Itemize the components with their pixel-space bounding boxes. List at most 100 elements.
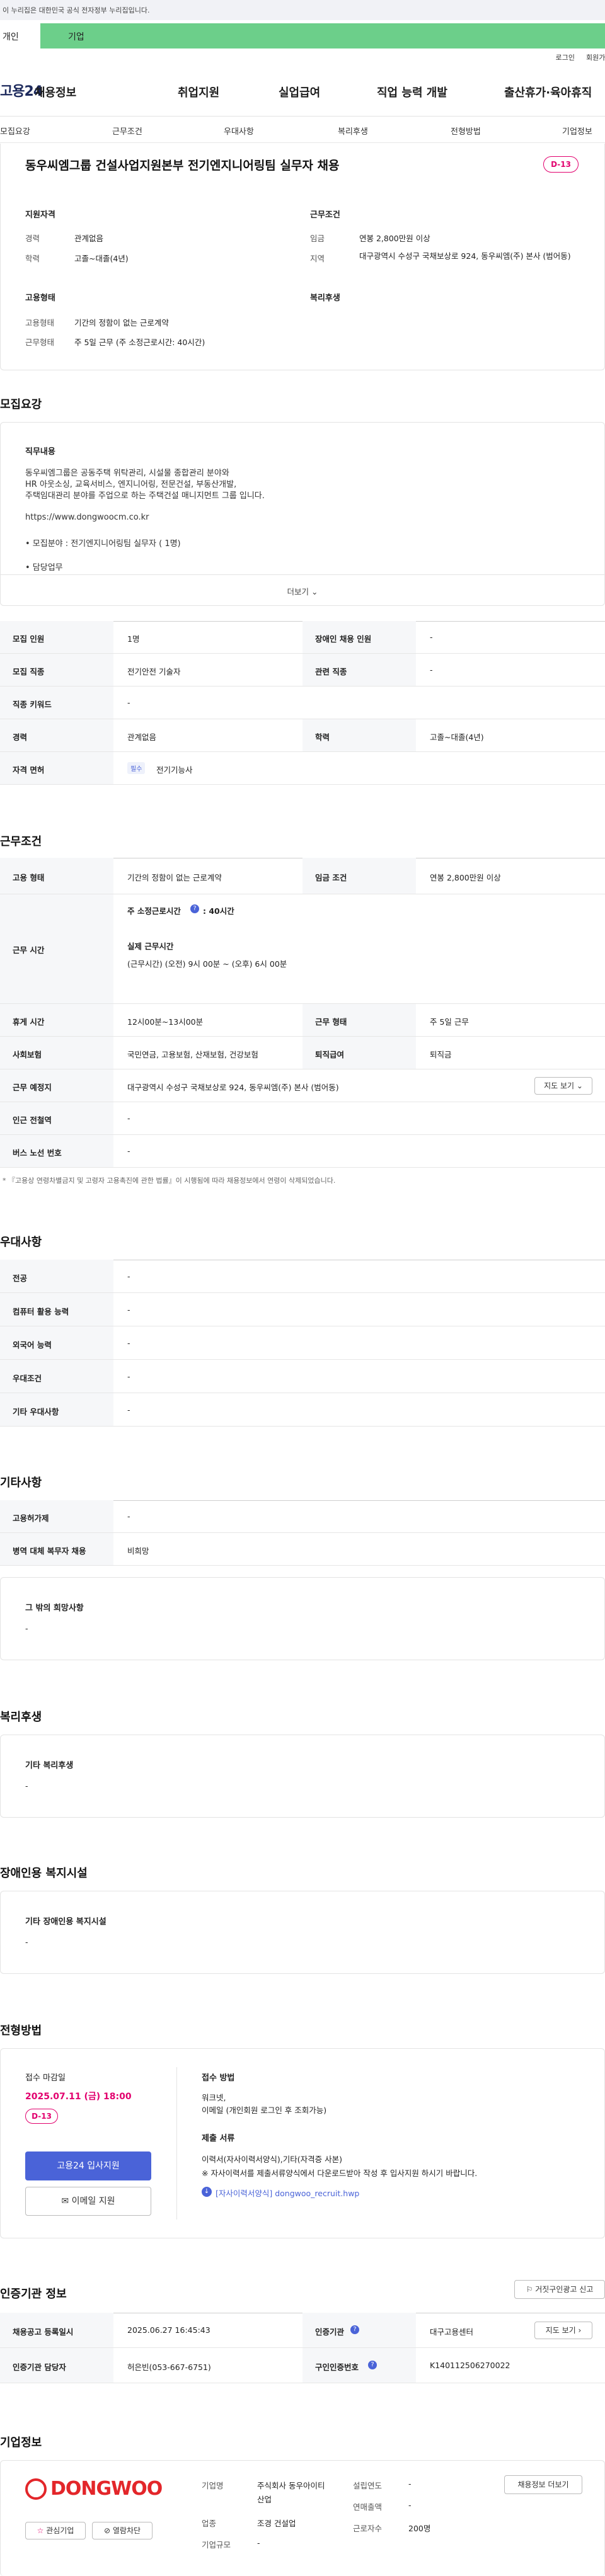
email-apply-button[interactable]: ✉ 이메일 지원 [25,2187,151,2216]
cert-map-button[interactable]: 지도 보기 › [534,2322,592,2339]
table-row: 모집 인원 1명 장애인 채용 인원 - [0,621,605,654]
cond-value-wage: 연봉 2,800만원 이상 [359,234,430,243]
etc-section-title: 기타사항 [0,1476,42,1490]
table-row: 병역 대체 복무자 채용 비희망 [0,1533,605,1566]
report-label: 거짓구인광고 신고 [535,2285,594,2294]
company-field-value: 200명 [408,2524,431,2533]
company-field-label: 기업규모 [202,2540,231,2550]
duty-line: • 담당업무 [25,563,63,573]
duty-heading: 직무내용 [25,447,55,457]
row-value: 12시00분~13시00분 [127,1017,204,1027]
emp-value-form: 주 5일 근무 (주 소정근로시간: 40시간) [74,338,205,347]
disability-section-title: 장애인용 복지시설 [0,1867,88,1880]
report-button[interactable]: ⚐ 거짓구인광고 신고 [514,2280,605,2299]
row-label: 직종 키워드 [13,700,52,709]
tab-selection[interactable]: 전형방법 [451,125,481,137]
disability-card [0,1891,605,1974]
company-field-label: 설립연도 [353,2481,383,2490]
gov-banner: 이 누리집은 대한민국 공식 전자정부 누리집입니다. [0,0,605,20]
row-label: 학력 [315,732,330,742]
table-row: 버스 노선 번호 - [0,1135,605,1168]
block-company-button[interactable]: ⊘ 열람차단 [92,2522,153,2539]
dongwoo-emblem-icon [25,2478,47,2500]
work-hours-label: 주 소정근로시간 [127,906,181,916]
user-type-tabs: 개인 기업 [0,20,605,48]
tab-company[interactable]: 기업정보 [562,125,592,137]
method-line: 워크넷, [202,2093,226,2102]
favorite-company-button[interactable]: ☆ 관심기업 [25,2522,86,2539]
company-section-title: 기업정보 [0,2436,42,2449]
disability-extra-heading: 기타 장애인용 복지시설 [25,1917,107,1927]
gnb-item-jobs[interactable]: 채용정보 [35,84,76,100]
row-value: 기간의 정함이 없는 근로계약 [127,873,222,882]
row-label: 모집 직종 [13,667,45,676]
apply-button[interactable]: 고용24 입사지원 [25,2151,151,2180]
info-icon[interactable]: ? [368,2361,377,2369]
row-value: 비희망 [127,1546,149,1556]
table-row: 기타 우대사항 - [0,1393,605,1427]
welfare-extra-heading: 기타 복리후생 [25,1761,74,1770]
row-value: - [127,1272,130,1281]
tab-personal[interactable]: 개인 [3,25,40,47]
company-jobs-button[interactable]: 채용정보 더보기 [504,2475,582,2494]
row-value: - [430,665,433,675]
report-icon: ⚐ [526,2285,533,2294]
utility-nav: 로그인 회원가입 [0,48,605,66]
table-row: 사회보험 국민연금, 고용보험, 산재보험, 건강보험 퇴직급여 퇴직금 [0,1037,605,1069]
row-value: 허은빈(053-667-6751) [127,2362,211,2372]
star-icon: ☆ [37,2526,44,2535]
emp-value-type: 기간의 정함이 없는 근로계약 [74,318,169,328]
duty-line: 주택임대관리 분야를 주업으로 하는 주택건설 매니지먼트 그룹 입니다. [25,491,265,501]
info-icon[interactable]: ? [190,904,199,913]
table-row: 근무 시간 주 소정근로시간 ? : 40시간 실제 근무시간 (근무시간) (… [0,894,605,1004]
table-row: 전공 - [0,1260,605,1293]
login-link[interactable]: 로그인 [556,52,575,62]
signup-link[interactable]: 회원가입 [586,52,605,62]
gnb-item-support[interactable]: 취업지원 [178,84,219,100]
table-row: 자격 면허 필수 전기기능사 [0,752,605,785]
tab-conditions[interactable]: 근무조건 [112,125,142,137]
row-label: 컴퓨터 활용 능력 [13,1307,69,1316]
row-value: 관계없음 [127,732,157,742]
gnb-item-training[interactable]: 직업 능력 개발 [377,84,447,100]
map-button[interactable]: 지도 보기 ⌄ [534,1077,592,1095]
global-nav: 고용24 채용정보 취업지원 실업급여 직업 능력 개발 출산휴가·육아휴직 [0,66,605,117]
table-row: 휴게 시간 12시00분~13시00분 근무 형태 주 5일 근무 [0,1004,605,1037]
welfare-card [0,1735,605,1818]
company-field-value: 주식회사 동우아이티산업 [257,2481,325,2504]
tab-preferences[interactable]: 우대사항 [224,125,254,137]
gnb-item-leave[interactable]: 출산휴가·육아휴직 [504,84,592,100]
required-badge: 필수 [127,762,146,774]
cond-label-wage: 임금 [310,234,325,243]
company-field-value: - [257,2538,260,2548]
tab-company[interactable]: 기업 [40,23,605,48]
row-label: 임금 조건 [315,873,347,882]
process-dday-badge: D-13 [25,2109,58,2124]
company-field-value: - [408,2500,412,2510]
mail-icon: ✉ [61,2196,69,2206]
work-hours-value: : 40시간 [203,906,234,916]
duty-line: HR 아웃소싱, 교육서비스, 엔지니어링, 전문건설, 부동산개발, [25,480,237,489]
actual-hours-label: 실제 근무시간 [127,942,174,951]
emp-label-type: 고용형태 [25,318,55,328]
gnb-item-benefit[interactable]: 실업급여 [279,84,320,100]
info-icon[interactable]: ? [350,2325,359,2334]
row-value: - [127,1338,130,1348]
deadline-value: 2025.07.11 (금) 18:00 [25,2092,132,2102]
row-label: 경력 [13,732,28,742]
row-label: 버스 노선 번호 [13,1148,62,1158]
row-value: 전기안전 기술자 [127,667,181,676]
etc-extra-card [0,1577,605,1660]
company-field-label: 기업명 [202,2481,224,2490]
tab-welfare[interactable]: 복리후생 [338,125,368,137]
table-row: 고용 형태 기간의 정함이 없는 근로계약 임금 조건 연봉 2,800만원 이… [0,858,605,894]
resume-file-link[interactable]: [자사이력서양식] dongwoo_recruit.hwp [216,2187,359,2199]
tab-recruit[interactable]: 모집요강 [0,125,30,137]
row-label: 근무 시간 [13,945,45,955]
row-value: - [127,1512,130,1521]
recruit-section-title: 모집요강 [0,398,42,411]
row-label: 모집 인원 [13,634,45,644]
row-value: 2025.06.27 16:45:43 [127,2325,210,2335]
more-button[interactable]: 더보기 ⌄ [0,574,605,606]
company-logo-text: DONGWOO [50,2478,163,2500]
